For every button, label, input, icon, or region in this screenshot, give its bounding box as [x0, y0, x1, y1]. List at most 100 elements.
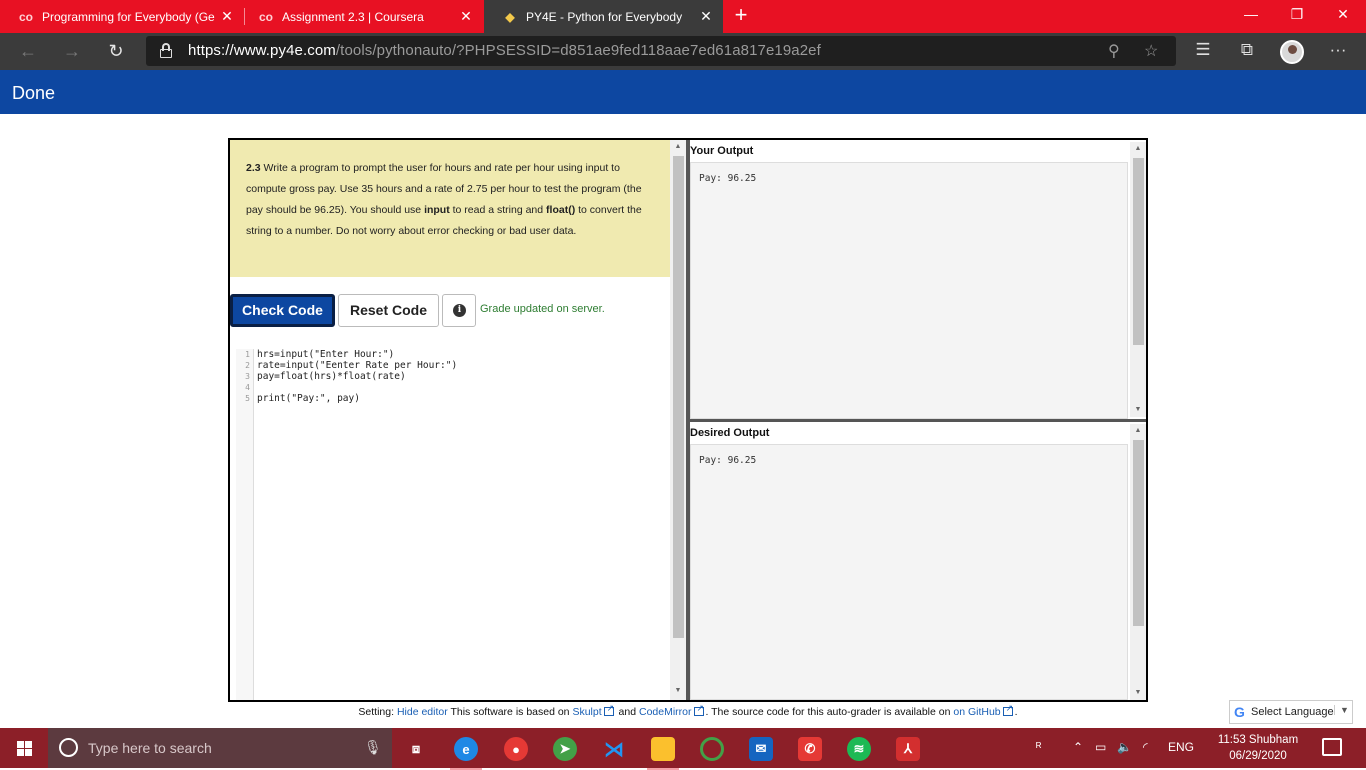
scroll-up-icon[interactable]: ▲	[1130, 424, 1146, 438]
wifi-icon[interactable]: ◜	[1143, 740, 1148, 754]
tab-py4e[interactable]: ◆ PY4E - Python for Everybody ✕	[484, 0, 723, 33]
grade-status: Grade updated on server.	[480, 303, 605, 315]
restore-icon[interactable]: ❐	[1274, 0, 1320, 33]
scroll-down-icon[interactable]: ▼	[1130, 403, 1146, 417]
code-line[interactable]: rate=input("Eenter Rate per Hour:")	[257, 360, 457, 371]
battery-icon[interactable]: ▭	[1095, 740, 1106, 754]
line-number-gutter: 1 2 3 4 5	[236, 349, 254, 700]
people-icon[interactable]: ᴿ	[1036, 740, 1041, 754]
favorites-list-icon[interactable]: ☰	[1191, 40, 1215, 60]
task-view-button[interactable]: ⧈	[396, 732, 436, 766]
taskbar-edge[interactable]: e	[446, 732, 486, 770]
taskbar-mail[interactable]: ✉	[741, 732, 781, 766]
taskbar-spotify[interactable]: ≋	[839, 732, 879, 766]
language-indicator[interactable]: ENG	[1168, 740, 1194, 754]
taskbar-acrobat[interactable]: ⅄	[888, 732, 928, 766]
refresh-icon[interactable]: ↻	[101, 37, 131, 67]
code-line[interactable]: pay=float(hrs)*float(rate)	[257, 371, 457, 382]
hide-editor-link[interactable]: Hide editor	[397, 706, 448, 718]
browser-tab-strip: co Programming for Everybody (Ge ✕ co As…	[0, 0, 1366, 33]
taskbar-chrome[interactable]: ●	[496, 732, 536, 766]
tab-title: Programming for Everybody (Ge	[42, 9, 215, 24]
browser-toolbar: ← → ↻ https://www.py4e.com/tools/pythona…	[0, 33, 1366, 70]
problem-text: to read a string and	[449, 204, 547, 216]
address-bar[interactable]: https://www.py4e.com/tools/pythonauto/?P…	[146, 36, 1176, 66]
code-line[interactable]	[257, 382, 457, 393]
footer-text: Setting:	[358, 706, 397, 718]
volume-icon[interactable]: 🔈	[1117, 740, 1132, 754]
scrollbar-thumb[interactable]	[673, 156, 684, 638]
check-code-button[interactable]: Check Code	[230, 294, 335, 327]
taskbar-search[interactable]: Type here to search 🎙	[48, 728, 392, 768]
cortana-icon	[59, 738, 78, 757]
notifications-icon[interactable]	[1322, 738, 1342, 756]
select-language-dropdown[interactable]: G Select Language ▼	[1229, 700, 1353, 724]
page-footer: Setting: Hide editor This software is ba…	[228, 703, 1148, 718]
taskbar-clock[interactable]: 11:53 Shubham 06/29/2020	[1206, 732, 1310, 764]
forward-icon[interactable]: →	[57, 37, 87, 67]
edge-icon: e	[454, 737, 478, 761]
close-tab-icon[interactable]: ✕	[695, 8, 717, 25]
microphone-icon[interactable]: 🎙	[364, 739, 382, 756]
scrollbar-thumb[interactable]	[1133, 440, 1144, 626]
code-line[interactable]: hrs=input("Enter Hour:")	[257, 349, 457, 360]
close-tab-icon[interactable]: ✕	[216, 8, 238, 25]
taskbar-whatsapp[interactable]: ✆	[790, 732, 830, 766]
tab-assignment[interactable]: co Assignment 2.3 | Coursera ✕	[240, 0, 483, 33]
scroll-up-icon[interactable]: ▲	[670, 140, 686, 154]
info-button[interactable]: i	[442, 294, 476, 327]
code-pane-scrollbar[interactable]: ▲ ▼	[670, 140, 686, 700]
codemirror-link[interactable]: CodeMirror	[639, 706, 692, 718]
scroll-up-icon[interactable]: ▲	[1130, 142, 1146, 156]
your-output-scrollbar[interactable]: ▲ ▼	[1130, 142, 1146, 417]
collections-icon[interactable]: ⧉	[1235, 40, 1259, 60]
windows-logo-icon	[17, 741, 24, 748]
taskbar-file-explorer[interactable]	[643, 732, 683, 770]
line-number: 3	[245, 372, 250, 381]
skulpt-link[interactable]: Skulpt	[572, 706, 601, 718]
scroll-down-icon[interactable]: ▼	[670, 684, 686, 698]
tab-title: Assignment 2.3 | Coursera	[282, 9, 424, 24]
back-icon[interactable]: ←	[13, 37, 43, 67]
code-lines[interactable]: hrs=input("Enter Hour:") rate=input("Een…	[257, 349, 457, 404]
zoom-icon[interactable]: ⚲	[1108, 41, 1120, 61]
info-icon: i	[453, 304, 466, 317]
more-menu-icon[interactable]: ···	[1326, 40, 1350, 60]
done-link[interactable]: Done	[12, 83, 55, 104]
reset-code-button[interactable]: Reset Code	[338, 294, 439, 327]
problem-statement: 2.3 Write a program to prompt the user f…	[230, 140, 670, 277]
scrollbar-thumb[interactable]	[1133, 158, 1144, 345]
desired-output-scrollbar[interactable]: ▲ ▼	[1130, 424, 1146, 700]
your-output-label: Your Output	[690, 145, 754, 157]
code-line[interactable]: print("Pay:", pay)	[257, 393, 457, 404]
action-row: Check Code Reset Code i Grade updated on…	[230, 293, 670, 329]
spotify-icon: ≋	[847, 737, 871, 761]
tab-programming-for-everybody[interactable]: co Programming for Everybody (Ge ✕	[0, 0, 244, 33]
chevron-up-icon[interactable]: ⌃	[1073, 740, 1083, 754]
close-tab-icon[interactable]: ✕	[455, 8, 477, 25]
coursera-icon: co	[18, 9, 33, 24]
close-window-icon[interactable]: ✕	[1320, 0, 1366, 33]
keyword-float: float()	[546, 204, 576, 216]
chrome-icon: ●	[504, 737, 528, 761]
taskbar-vscode[interactable]: ⋊	[594, 732, 634, 766]
coursera-icon: co	[258, 9, 273, 24]
github-link[interactable]: on GitHub	[953, 706, 1000, 718]
scroll-down-icon[interactable]: ▼	[1130, 686, 1146, 700]
autograder-frame: 2.3 Write a program to prompt the user f…	[228, 138, 1148, 702]
problem-number: 2.3	[246, 162, 261, 174]
external-link-icon	[603, 703, 614, 716]
code-pane: 2.3 Write a program to prompt the user f…	[230, 140, 687, 700]
start-button[interactable]	[0, 728, 48, 768]
taskbar-app-ring[interactable]	[692, 732, 732, 766]
code-editor[interactable]: 1 2 3 4 5 hrs=input("Enter Hour:") rate=…	[236, 349, 670, 700]
favorite-star-icon[interactable]: ☆	[1144, 41, 1158, 61]
profile-avatar[interactable]	[1280, 40, 1304, 64]
minimize-icon[interactable]: —	[1228, 0, 1274, 33]
clock-date: 06/29/2020	[1229, 750, 1287, 762]
new-tab-button[interactable]: +	[729, 3, 753, 29]
taskbar-telegram[interactable]: ➤	[545, 732, 585, 766]
lock-icon	[160, 43, 172, 59]
desired-output-label: Desired Output	[690, 427, 770, 439]
pdf-icon: ⅄	[896, 737, 920, 761]
